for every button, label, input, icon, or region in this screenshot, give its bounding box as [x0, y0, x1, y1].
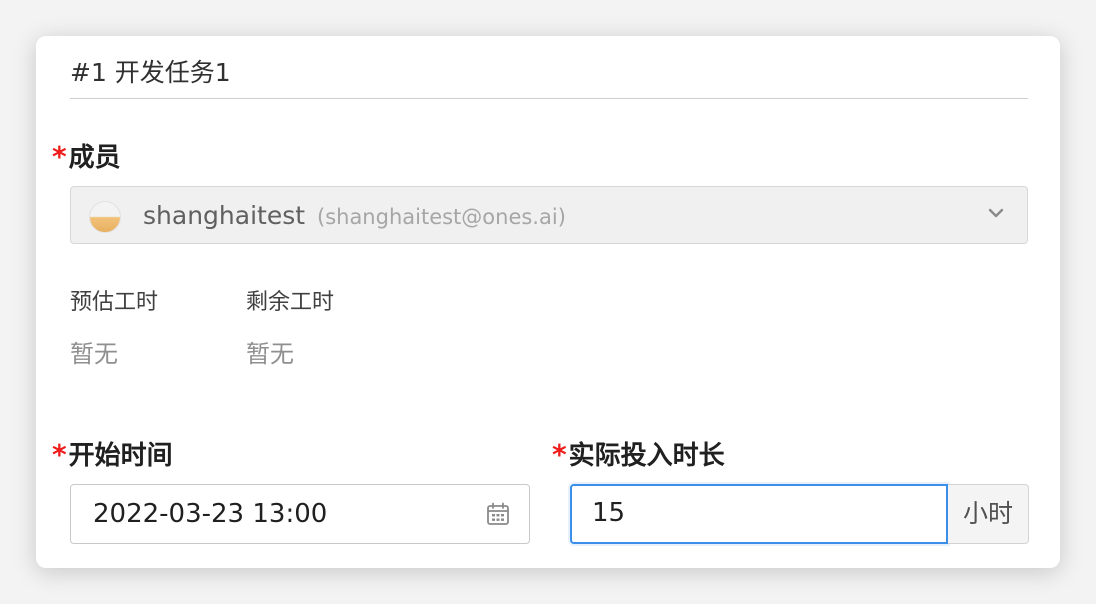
- start-time-value: 2022-03-23 13:00: [93, 499, 328, 529]
- member-email: (shanghaitest@ones.ai): [317, 205, 566, 229]
- duration-value: 15: [592, 498, 626, 528]
- member-label: *成员: [52, 140, 121, 175]
- avatar: [89, 201, 121, 233]
- estimated-hours-value: 暂无: [70, 340, 118, 368]
- required-mark: *: [52, 140, 67, 173]
- task-title: #1 开发任务1: [70, 56, 1028, 99]
- duration-label: *实际投入时长: [552, 438, 725, 473]
- chevron-down-icon[interactable]: [987, 204, 1005, 222]
- required-mark: *: [552, 438, 567, 471]
- calendar-icon[interactable]: [485, 501, 511, 527]
- start-time-label-text: 开始时间: [68, 441, 173, 471]
- duration-unit: 小时: [948, 484, 1029, 544]
- duration-label-text: 实际投入时长: [568, 441, 725, 471]
- remaining-hours-value: 暂无: [246, 340, 294, 368]
- estimated-hours-label: 预估工时: [70, 290, 159, 315]
- start-time-label: *开始时间: [52, 438, 173, 473]
- start-time-input[interactable]: 2022-03-23 13:00: [70, 484, 530, 544]
- remaining-hours-label: 剩余工时: [246, 290, 335, 315]
- member-select[interactable]: shanghaitest (shanghaitest@ones.ai): [70, 186, 1028, 244]
- member-name: shanghaitest: [143, 201, 306, 230]
- task-form-card: #1 开发任务1 *成员 shanghaitest (shanghaitest@…: [36, 36, 1060, 568]
- duration-input[interactable]: 15: [570, 484, 948, 544]
- required-mark: *: [52, 438, 67, 471]
- member-label-text: 成员: [68, 143, 121, 173]
